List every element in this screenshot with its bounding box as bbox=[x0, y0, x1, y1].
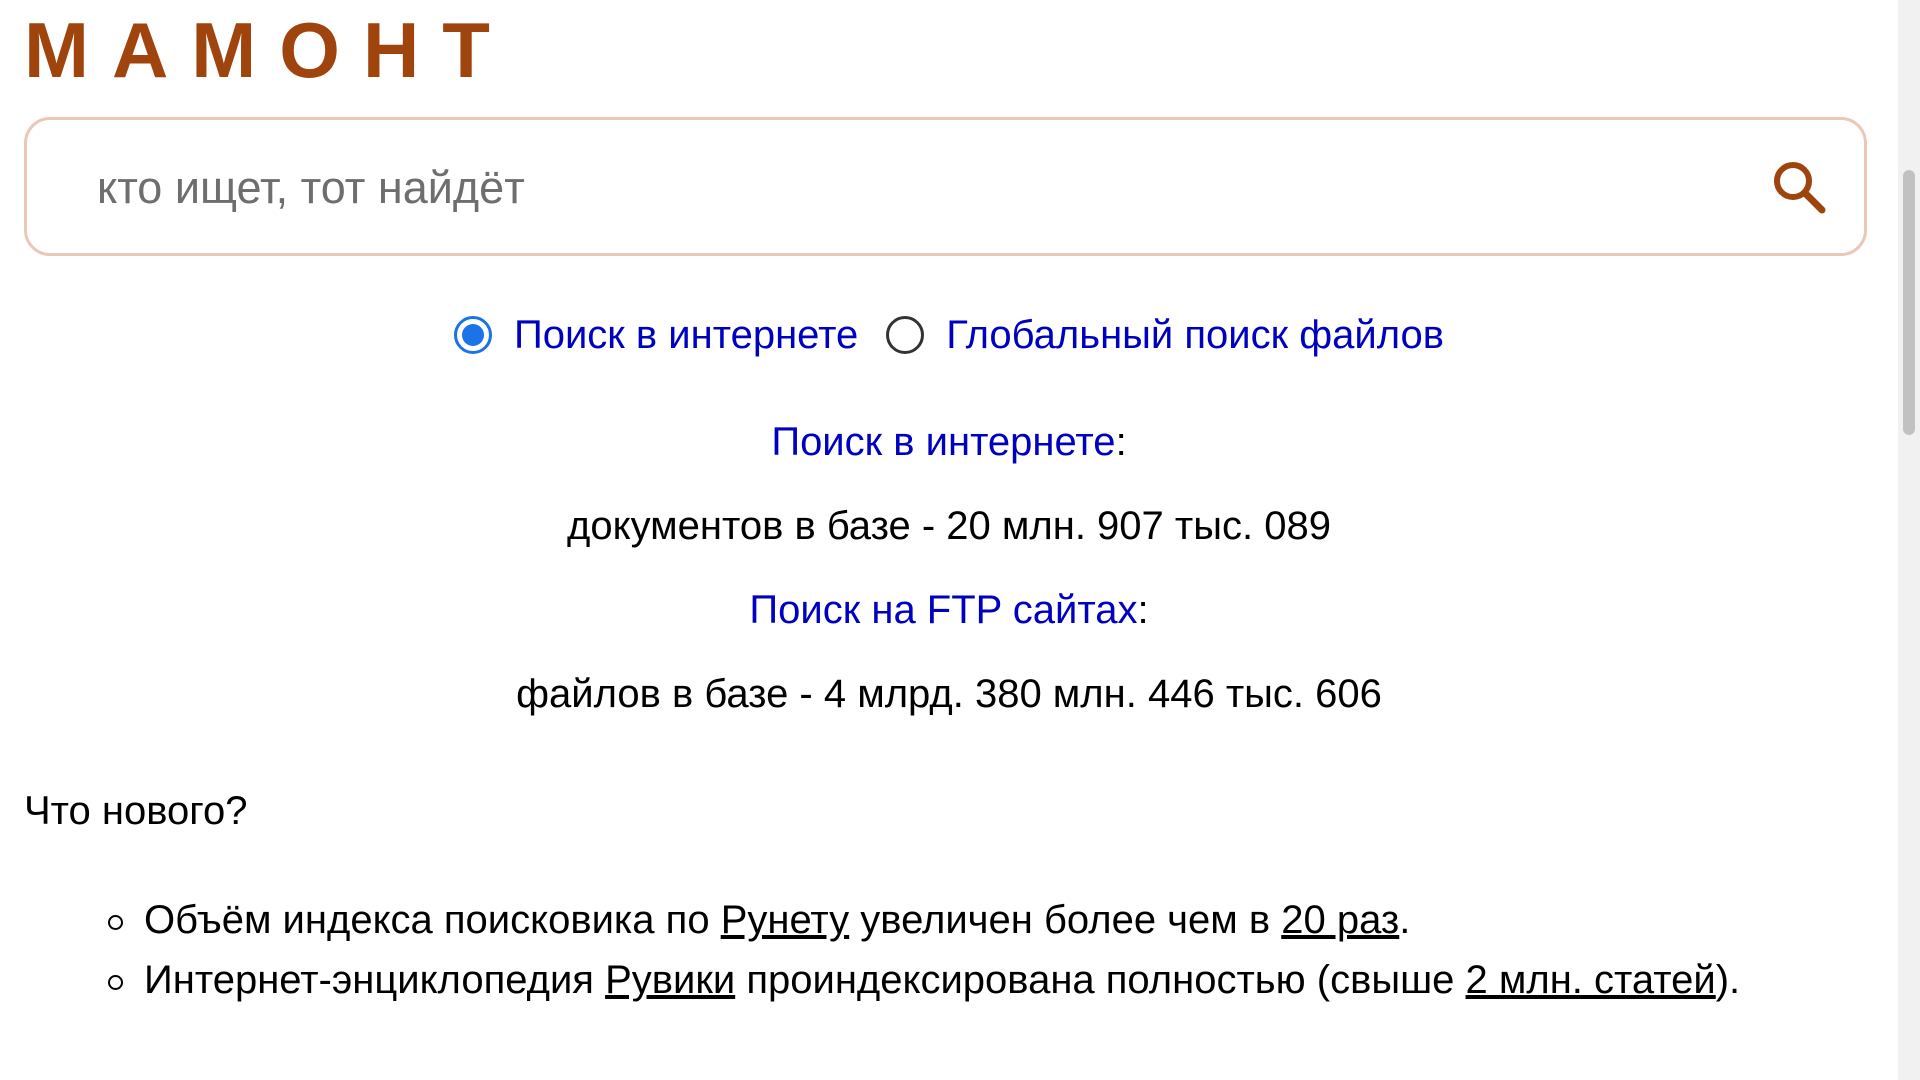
news-text: Объём индекса поисковика по bbox=[144, 898, 721, 942]
search-mode-group: Поиск в интернете Глобальный поиск файло… bbox=[0, 300, 1898, 370]
radio-option-files[interactable]: Глобальный поиск файлов bbox=[886, 313, 1444, 358]
page: МАМОНТ Поиск в интернете Глобальный поис… bbox=[0, 0, 1898, 1080]
news-link-2m-articles[interactable]: 2 млн. статей bbox=[1466, 958, 1716, 1002]
news-item: Интернет-энциклопедия Рувики проиндексир… bbox=[108, 950, 1808, 1010]
radio-option-web[interactable]: Поиск в интернете bbox=[453, 313, 858, 358]
web-doc-count: документов в базе - 20 млн. 907 тыс. 089 bbox=[567, 504, 1331, 548]
news-link-runet[interactable]: Рунету bbox=[721, 898, 849, 942]
ftp-search-link[interactable]: Поиск на FTP сайтах bbox=[749, 588, 1137, 632]
web-stats-title: Поиск в интернете: bbox=[0, 420, 1898, 465]
news-list: Объём индекса поисковика по Рунету увели… bbox=[108, 890, 1808, 1010]
ftp-stats-colon: : bbox=[1137, 588, 1149, 632]
news-text: Интернет-энциклопедия bbox=[144, 958, 606, 1002]
news-text: проиндексирована полностью (свыше bbox=[735, 958, 1466, 1002]
search-button[interactable] bbox=[1764, 152, 1834, 222]
news-link-20x[interactable]: 20 раз bbox=[1281, 898, 1399, 942]
whats-new-heading: Что нового? bbox=[24, 789, 248, 833]
vertical-scrollbar[interactable] bbox=[1898, 0, 1920, 1080]
ftp-stats-title: Поиск на FTP сайтах: bbox=[0, 588, 1898, 633]
site-logo[interactable]: МАМОНТ bbox=[24, 6, 513, 94]
search-icon bbox=[1774, 162, 1826, 214]
web-search-link[interactable]: Поиск в интернете bbox=[771, 420, 1115, 464]
radio-files[interactable] bbox=[886, 316, 925, 354]
scrollbar-thumb[interactable] bbox=[1903, 170, 1915, 435]
search-box bbox=[24, 117, 1867, 256]
web-stats-colon: : bbox=[1115, 420, 1127, 464]
search-input[interactable] bbox=[97, 148, 1697, 228]
ftp-file-count: файлов в базе - 4 млрд. 380 млн. 446 тыс… bbox=[516, 672, 1382, 716]
news-item: Объём индекса поисковика по Рунету увели… bbox=[108, 890, 1808, 950]
news-link-ruwiki[interactable]: Рувики bbox=[605, 958, 735, 1002]
radio-web[interactable] bbox=[453, 316, 492, 354]
radio-web-label[interactable]: Поиск в интернете bbox=[514, 313, 858, 358]
news-text: увеличен более чем в bbox=[849, 898, 1282, 942]
radio-files-label[interactable]: Глобальный поиск файлов bbox=[946, 313, 1444, 358]
news-text: ). bbox=[1715, 958, 1741, 1002]
news-text: . bbox=[1399, 898, 1411, 942]
